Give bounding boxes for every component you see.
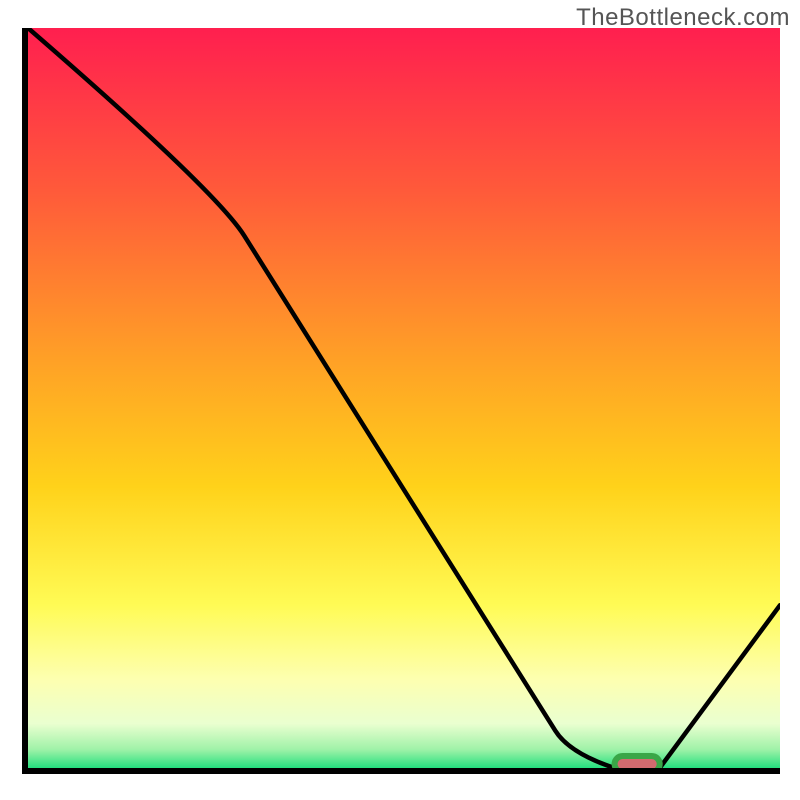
optimal-range-marker xyxy=(28,28,780,768)
y-axis xyxy=(22,28,28,772)
plot-area xyxy=(28,28,780,768)
x-axis xyxy=(22,768,780,774)
chart-canvas: TheBottleneck.com xyxy=(0,0,800,800)
watermark-text: TheBottleneck.com xyxy=(576,4,790,32)
